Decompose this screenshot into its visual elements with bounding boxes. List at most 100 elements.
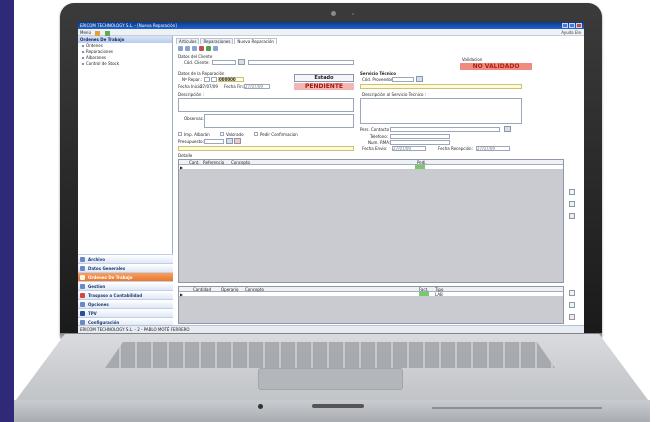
num-rma-field[interactable] — [390, 140, 450, 145]
detalle-grid[interactable]: Cant. Referencia Concepto Pedi. ▶ — [178, 159, 564, 283]
work-order-icon — [80, 275, 85, 280]
proveedor-name-field[interactable] — [360, 84, 522, 89]
estado-value: PENDIENTE — [294, 83, 354, 90]
help-menu[interactable]: Ayuda Ele — [561, 29, 581, 36]
fecha-recepcion-field[interactable]: 27/07/09 — [476, 146, 510, 151]
data-icon — [80, 266, 85, 271]
fecha-envio-field[interactable]: 27/07/09 — [392, 146, 426, 151]
cod-cliente-field[interactable] — [212, 60, 236, 65]
app-window: ERICOM TECHNOLOGY S.L. - [Nueva Reparaci… — [78, 22, 584, 333]
print-icon[interactable] — [192, 46, 197, 51]
nav-label: Traspaso a Contabilidad — [88, 293, 143, 298]
presupuesto-notes-field[interactable] — [178, 146, 354, 151]
nav-item-traspaso[interactable]: Traspaso a Contabilidad — [78, 290, 173, 299]
fact-cell — [419, 292, 429, 296]
desc-servicio-textarea[interactable] — [360, 98, 522, 124]
client-name-field[interactable] — [248, 60, 354, 65]
observac-textarea[interactable] — [204, 114, 354, 128]
num-reparacion-field[interactable]: 000000 — [218, 77, 244, 82]
tab-reparaciones[interactable]: Reparaciones — [200, 38, 234, 44]
pedir-confirmacion-checkbox[interactable] — [254, 132, 258, 136]
nav-item-gestion[interactable]: Gestion — [78, 281, 173, 290]
calendar-icon[interactable] — [238, 59, 245, 65]
close-button[interactable] — [576, 23, 582, 28]
refresh-icon[interactable] — [104, 30, 110, 36]
labor-grid[interactable]: Cantidad Operario Concepto Fact. Tipo ▶ … — [178, 286, 564, 324]
detalle-label: Detalle — [178, 153, 193, 158]
valorado-checkbox[interactable] — [220, 132, 224, 136]
vent-slot — [432, 407, 602, 409]
num-rma-label: Num. RMA: — [368, 140, 391, 145]
nav-label: Ordenes De Trabajo — [88, 275, 133, 280]
options-icon — [80, 302, 85, 307]
menu-item[interactable]: Menú — [80, 30, 91, 35]
tab-nueva-reparacion[interactable]: Nueva Reparación — [234, 38, 277, 44]
add-row-button[interactable] — [569, 302, 575, 308]
left-pane-header: Ordenes De Trabajo — [78, 36, 172, 43]
observac-label: Observac.: — [184, 116, 206, 121]
toolbar — [178, 46, 218, 51]
window-title: ERICOM TECHNOLOGY S.L. - [Nueva Reparaci… — [80, 23, 177, 28]
maximize-button[interactable] — [569, 23, 575, 28]
cod-cliente-label: Cód. Cliente: — [184, 60, 210, 65]
back-icon[interactable] — [213, 46, 218, 51]
nav-item-tpv[interactable]: TPV — [78, 308, 173, 317]
imp-albaran-label: Imp. Albarán — [184, 132, 210, 137]
nav-item-archivo[interactable]: Archivo — [78, 254, 173, 263]
nav-up-button[interactable] — [569, 290, 575, 296]
telefono-field[interactable] — [390, 134, 450, 139]
nav-label: Datos Generales — [88, 266, 126, 271]
presupuesto-label: Presupuesto: — [178, 139, 204, 144]
section-servicio-tecnico: Servicio Técnico — [360, 71, 397, 76]
nav-up-button[interactable] — [569, 189, 575, 195]
next-button[interactable] — [211, 77, 217, 82]
estado-label: Estado — [294, 74, 354, 82]
power-indicator-icon — [258, 404, 263, 409]
add-row-button[interactable] — [569, 201, 575, 207]
descripcion-textarea[interactable] — [178, 98, 354, 112]
home-icon[interactable] — [95, 30, 101, 36]
pos-icon — [80, 311, 85, 316]
pers-contacto-field[interactable] — [390, 127, 500, 132]
nav-label: Gestion — [88, 284, 106, 289]
delete-icon[interactable] — [199, 46, 204, 51]
calculator-icon[interactable] — [226, 138, 233, 144]
remove-row-button[interactable] — [569, 213, 575, 219]
chart-icon — [80, 284, 85, 289]
nav-label: Archivo — [88, 257, 106, 262]
fecha-recepcion-label: Fecha Recepción: — [438, 146, 473, 151]
search-icon[interactable] — [206, 46, 211, 51]
save-icon[interactable] — [185, 46, 190, 51]
fecha-inicio-value[interactable]: 27/07/09 — [200, 84, 218, 89]
imp-albaran-checkbox[interactable] — [178, 132, 182, 136]
presupuesto-field[interactable] — [204, 139, 224, 144]
remove-row-button[interactable] — [569, 314, 575, 320]
row-pointer-icon: ▶ — [180, 292, 184, 297]
new-icon[interactable] — [178, 46, 183, 51]
nav-item-datos-generales[interactable]: Datos Generales — [78, 263, 173, 272]
fecha-fin-field[interactable]: 27/07/09 — [244, 84, 270, 89]
table-row[interactable]: ▶ — [179, 165, 563, 170]
tab-articulos[interactable]: Articulos — [176, 38, 200, 44]
calendar-icon[interactable] — [416, 76, 423, 82]
sensor-icon — [352, 13, 354, 15]
table-row[interactable]: ▶ LAB — [179, 292, 563, 297]
tree-item-control-stock[interactable]: Control de Stock — [78, 61, 172, 67]
main-panel: Articulos Reparaciones Nueva Reparación … — [174, 36, 584, 325]
status-bar: ERICOM TECHNOLOGY S.L. - 2 - PABLO MOTÉ … — [78, 325, 584, 333]
pers-contacto-label: Pers. Contacto : — [360, 127, 392, 132]
nav-item-opciones[interactable]: Opciones — [78, 299, 173, 308]
prev-button[interactable] — [204, 77, 210, 82]
minimize-button[interactable] — [562, 23, 568, 28]
transfer-icon — [80, 293, 85, 298]
drive-slot — [312, 404, 364, 408]
num-reparacion-label: Nº Repar.: — [182, 77, 203, 82]
background-band — [0, 0, 14, 422]
nav-item-ordenes-trabajo[interactable]: Ordenes De Trabajo — [78, 272, 173, 281]
cod-proveedor-field[interactable] — [392, 77, 414, 82]
contact-icon[interactable] — [504, 126, 511, 132]
clear-icon[interactable] — [234, 138, 241, 144]
section-datos-reparacion: Datos de la Reparación — [178, 71, 225, 76]
desc-servicio-label: Descripción al Servicio Tecnico : — [362, 92, 427, 97]
folder-icon — [80, 257, 85, 262]
